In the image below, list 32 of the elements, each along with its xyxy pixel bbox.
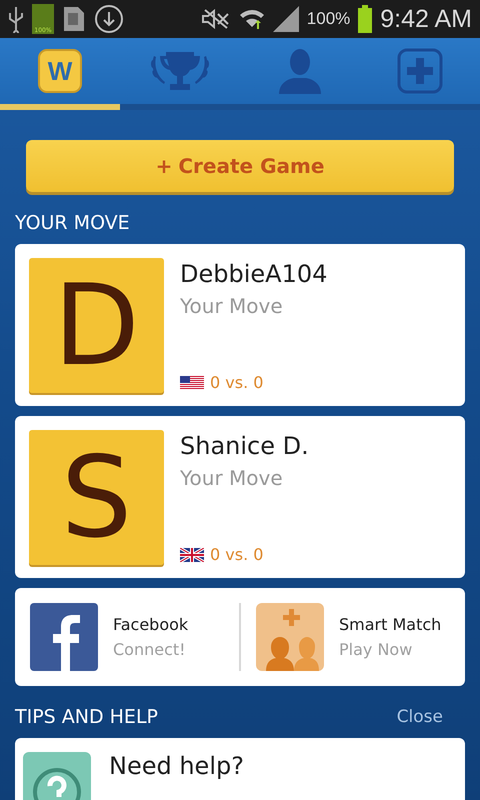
game-score: 0 vs. 0 bbox=[210, 545, 264, 564]
battery-percent: 100% bbox=[306, 9, 350, 29]
letter-tile: S bbox=[29, 430, 164, 565]
add-icon bbox=[397, 48, 443, 94]
smart-match-button[interactable]: Smart Match Play Now bbox=[256, 603, 450, 671]
download-icon bbox=[94, 4, 124, 34]
game-status: Your Move bbox=[180, 466, 284, 490]
game-card[interactable]: D DebbieA104 Your Move 0 vs. 0 bbox=[15, 244, 465, 406]
players-icon bbox=[256, 603, 324, 671]
help-icon bbox=[23, 752, 91, 800]
section-heading: YOUR MOVE bbox=[15, 212, 130, 234]
help-card[interactable]: Need help? bbox=[15, 738, 465, 800]
battery-icon bbox=[358, 5, 372, 33]
letter-tile: D bbox=[29, 258, 164, 393]
usb-icon bbox=[8, 5, 24, 33]
sd-card-icon bbox=[62, 5, 86, 33]
facebook-button[interactable]: Facebook Connect! bbox=[30, 603, 224, 671]
facebook-icon bbox=[30, 603, 98, 671]
us-flag-icon bbox=[180, 376, 204, 390]
close-link[interactable]: Close bbox=[396, 707, 443, 727]
player-name: Shanice D. bbox=[180, 432, 309, 460]
uk-flag-icon bbox=[180, 548, 204, 562]
game-status: Your Move bbox=[180, 294, 284, 318]
section-heading: TIPS AND HELP bbox=[15, 706, 158, 728]
game-score: 0 vs. 0 bbox=[210, 373, 264, 392]
signal-icon bbox=[272, 6, 299, 32]
mute-icon bbox=[200, 8, 231, 30]
profile-icon bbox=[277, 48, 323, 94]
game-card[interactable]: S Shanice D. Your Move 0 vs. 0 bbox=[15, 416, 465, 578]
help-title: Need help? bbox=[109, 752, 244, 782]
clock: 9:42 AM bbox=[380, 4, 472, 34]
player-name: DebbieA104 bbox=[180, 260, 328, 288]
